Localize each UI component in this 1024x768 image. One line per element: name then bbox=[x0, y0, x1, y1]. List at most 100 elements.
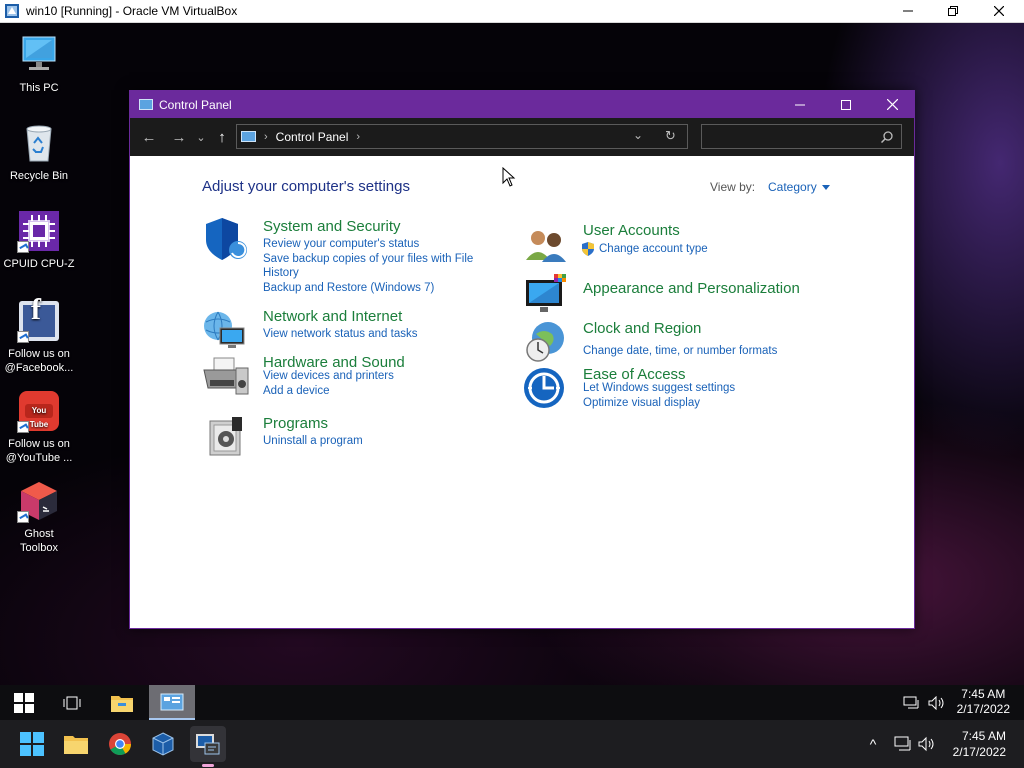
forward-button[interactable]: → bbox=[168, 127, 190, 147]
view-by-dropdown[interactable]: Category bbox=[768, 180, 817, 194]
category-title[interactable]: Ease of Access bbox=[583, 366, 686, 383]
link-backup-restore[interactable]: Backup and Restore (Windows 7) bbox=[263, 282, 434, 294]
network-icon bbox=[903, 696, 919, 708]
chrome-icon bbox=[109, 733, 131, 755]
appearance-monitor-icon[interactable] bbox=[522, 272, 570, 316]
desktop-icon-label: Toolbox bbox=[20, 542, 58, 554]
category-appearance: Appearance and Personalization bbox=[522, 272, 862, 316]
desktop-icon-recycle-bin[interactable]: Recycle Bin bbox=[0, 121, 78, 183]
control-panel-content: Adjust your computer's settings View by:… bbox=[130, 156, 914, 628]
tray-overflow-button[interactable]: ^ bbox=[858, 726, 888, 762]
youtube-logo-text: You Tube bbox=[29, 406, 49, 429]
link-change-date-time[interactable]: Change date, time, or number formats bbox=[583, 345, 777, 357]
link-change-account-type[interactable]: Change account type bbox=[599, 243, 708, 255]
desktop: This PC Recycle Bin CPUID CPU-Z f Follow… bbox=[0, 23, 1024, 685]
desktop-icon-label: Follow us on bbox=[8, 438, 70, 450]
back-button[interactable]: ← bbox=[138, 127, 160, 147]
window-minimize-button[interactable] bbox=[777, 91, 823, 118]
desktop-icon-facebook[interactable]: f Follow us on @Facebook... bbox=[0, 293, 78, 375]
ease-of-access-icon[interactable] bbox=[522, 366, 570, 410]
uac-shield-icon bbox=[582, 242, 594, 256]
virtualbox-button[interactable] bbox=[145, 726, 181, 762]
guest-start-button[interactable] bbox=[8, 685, 40, 720]
task-view-button[interactable] bbox=[56, 685, 88, 720]
user-accounts-icon[interactable] bbox=[522, 222, 570, 266]
window-maximize-button[interactable] bbox=[823, 91, 869, 118]
breadcrumb-control-panel[interactable]: Control Panel bbox=[276, 130, 349, 144]
host-restore-button[interactable] bbox=[930, 0, 976, 22]
address-bar[interactable]: › Control Panel › ⌄ ↻ bbox=[236, 124, 688, 149]
breadcrumb-separator[interactable]: › bbox=[264, 131, 268, 143]
guest-network-icon[interactable] bbox=[900, 685, 924, 720]
link-windows-suggest[interactable]: Let Windows suggest settings bbox=[583, 382, 735, 394]
address-dropdown-button[interactable]: ⌄ bbox=[633, 128, 643, 142]
refresh-button[interactable]: ↻ bbox=[665, 128, 676, 144]
category-title[interactable]: System and Security bbox=[263, 218, 401, 235]
shield-icon[interactable] bbox=[202, 218, 250, 262]
category-title[interactable]: Hardware and Sound bbox=[263, 354, 405, 371]
desktop-icon-label: This PC bbox=[19, 82, 59, 94]
desktop-icon-youtube[interactable]: You Tube Follow us on @YouTube ... bbox=[0, 389, 78, 465]
chevron-down-icon[interactable] bbox=[822, 185, 830, 190]
guest-taskbar-control-panel[interactable] bbox=[149, 685, 195, 720]
desktop-icon-cpuz[interactable]: CPUID CPU-Z bbox=[0, 209, 78, 271]
folder-icon bbox=[111, 695, 133, 712]
host-taskbar: ^ 7:45 AM 2/17/2022 bbox=[0, 720, 1024, 768]
link-uninstall-program[interactable]: Uninstall a program bbox=[263, 435, 363, 447]
link-save-backup-cont[interactable]: History bbox=[263, 267, 299, 279]
link-save-backup[interactable]: Save backup copies of your files with Fi… bbox=[263, 253, 473, 265]
recent-locations-button[interactable]: ⌄ bbox=[194, 127, 208, 147]
shortcut-arrow-icon bbox=[17, 331, 29, 343]
host-close-button[interactable] bbox=[976, 0, 1022, 22]
network-globe-icon[interactable] bbox=[202, 308, 250, 352]
navigation-bar: ← → ⌄ ↑ › Control Panel › ⌄ ↻ bbox=[130, 118, 914, 156]
window-titlebar[interactable]: Control Panel bbox=[130, 91, 914, 118]
link-network-status[interactable]: View network status and tasks bbox=[263, 328, 417, 340]
guest-clock[interactable]: 7:45 AM 2/17/2022 bbox=[957, 687, 1010, 717]
category-title[interactable]: Network and Internet bbox=[263, 308, 402, 325]
search-input[interactable] bbox=[701, 124, 902, 149]
virtualbox-icon bbox=[5, 4, 19, 18]
breadcrumb-separator[interactable]: › bbox=[356, 131, 360, 143]
programs-icon[interactable] bbox=[202, 415, 250, 459]
host-network-icon[interactable] bbox=[890, 726, 916, 762]
host-minimize-button[interactable] bbox=[885, 0, 931, 22]
category-title[interactable]: Clock and Region bbox=[583, 320, 701, 337]
category-title[interactable]: Appearance and Personalization bbox=[583, 280, 800, 297]
guest-time: 7:45 AM bbox=[961, 687, 1006, 701]
category-title[interactable]: Programs bbox=[263, 415, 328, 432]
category-hardware-and-sound: Hardware and Sound View devices and prin… bbox=[202, 354, 502, 398]
link-optimize-display[interactable]: Optimize visual display bbox=[583, 397, 700, 409]
link-review-status[interactable]: Review your computer's status bbox=[263, 238, 419, 250]
desktop-icon-ghost-toolbox[interactable]: Ghost Toolbox bbox=[0, 479, 78, 555]
active-app-indicator bbox=[202, 764, 214, 767]
host-volume-icon[interactable] bbox=[914, 726, 940, 762]
window-close-button[interactable] bbox=[869, 91, 915, 118]
volume-icon bbox=[918, 736, 934, 752]
back-arrow-icon: ← bbox=[141, 128, 157, 146]
virtualbox-vm-button[interactable] bbox=[190, 726, 226, 767]
desktop-icon-this-pc[interactable]: This PC bbox=[0, 33, 78, 95]
chevron-up-icon: ^ bbox=[869, 736, 877, 752]
host-clock[interactable]: 7:45 AM 2/17/2022 bbox=[953, 728, 1006, 760]
link-add-device[interactable]: Add a device bbox=[263, 385, 330, 397]
control-panel-icon bbox=[160, 693, 184, 710]
desktop-icon-label: @YouTube ... bbox=[5, 452, 73, 464]
host-start-button[interactable] bbox=[14, 726, 50, 762]
guest-file-explorer-button[interactable] bbox=[106, 685, 138, 720]
shortcut-arrow-icon bbox=[17, 511, 29, 523]
guest-volume-icon[interactable] bbox=[926, 685, 948, 720]
forward-arrow-icon: → bbox=[171, 128, 187, 146]
category-system-and-security: System and Security Review your computer… bbox=[202, 218, 502, 300]
clock-globe-icon[interactable] bbox=[522, 320, 570, 364]
up-button[interactable]: ↑ bbox=[212, 127, 232, 147]
facebook-logo-letter: f bbox=[31, 293, 41, 326]
chrome-button[interactable] bbox=[102, 726, 138, 762]
link-devices-printers[interactable]: View devices and printers bbox=[263, 370, 394, 382]
host-file-explorer-button[interactable] bbox=[58, 726, 94, 762]
desktop-icon-label: CPUID CPU-Z bbox=[3, 258, 75, 270]
desktop-icon-label: Ghost bbox=[24, 528, 54, 540]
network-icon bbox=[894, 736, 911, 751]
printer-icon[interactable] bbox=[202, 354, 250, 398]
category-title[interactable]: User Accounts bbox=[583, 222, 680, 239]
